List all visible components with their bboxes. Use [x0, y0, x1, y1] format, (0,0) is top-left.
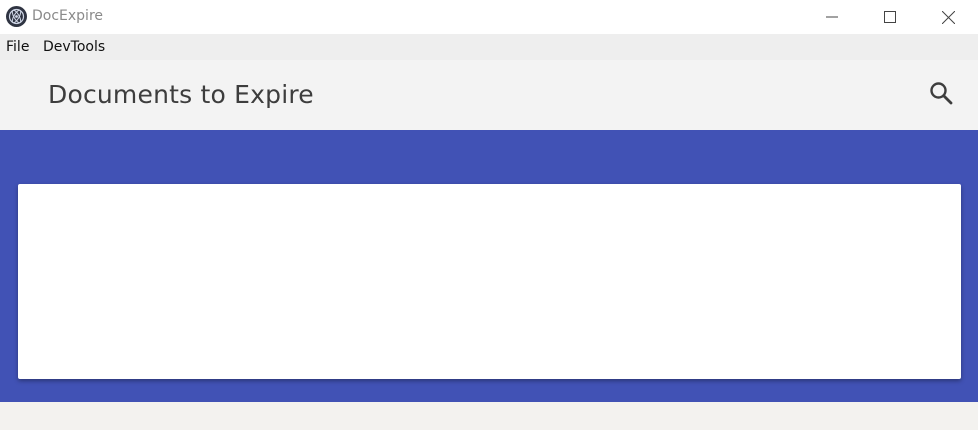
- search-button[interactable]: [924, 76, 958, 110]
- minimize-button[interactable]: [804, 0, 860, 34]
- content-card: [18, 184, 961, 379]
- window-titlebar: DocExpire: [0, 0, 978, 34]
- close-button[interactable]: [920, 0, 976, 34]
- page-title: Documents to Expire: [48, 80, 314, 109]
- close-icon: [941, 10, 955, 24]
- window-title: DocExpire: [32, 8, 104, 24]
- menu-item-file[interactable]: File: [6, 39, 29, 55]
- page-footer-area: [0, 402, 978, 430]
- app-logo-icon: [6, 6, 27, 27]
- search-icon: [930, 82, 953, 105]
- hero-banner: [0, 130, 978, 402]
- minimize-icon: [826, 16, 838, 18]
- maximize-icon: [884, 11, 896, 23]
- app-header: Documents to Expire: [0, 60, 978, 130]
- menu-item-devtools[interactable]: DevTools: [43, 39, 105, 55]
- maximize-button[interactable]: [862, 0, 918, 34]
- menubar: File DevTools: [0, 34, 978, 60]
